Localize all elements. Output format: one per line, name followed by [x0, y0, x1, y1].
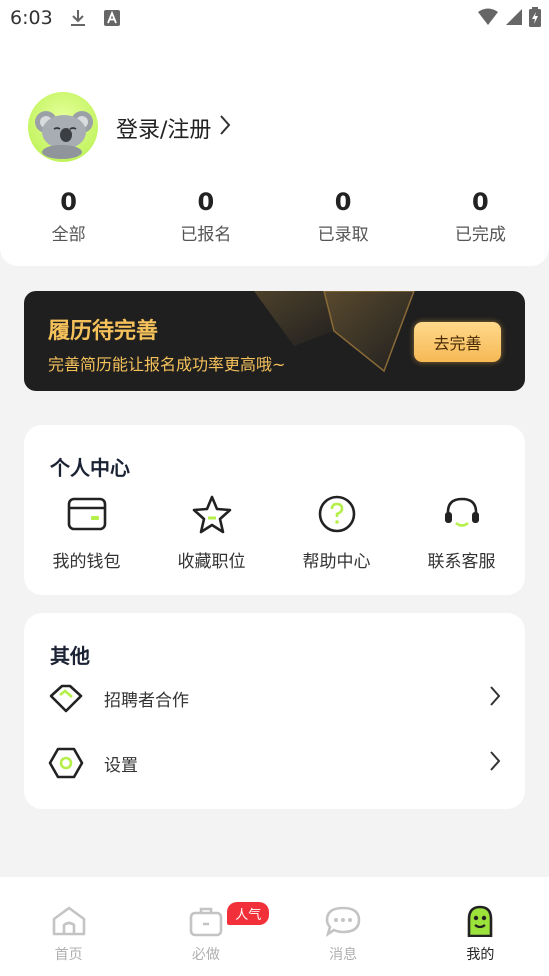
stat-label: 已完成 — [454, 225, 506, 245]
download-icon — [68, 8, 88, 32]
login-register-label: 登录/注册 — [116, 118, 212, 143]
wallet-item[interactable]: 我的钱包 — [24, 493, 149, 572]
application-stats: 0 全部 0 已报名 0 已录取 0 已完成 — [0, 186, 549, 245]
customer-service-label: 联系客服 — [427, 552, 496, 572]
help-center-item[interactable]: 帮助中心 — [274, 493, 399, 572]
tab-label: 必做 — [191, 947, 220, 963]
tab-label: 首页 — [54, 947, 83, 963]
recruiter-cooperation-row[interactable]: 招聘者合作 — [24, 673, 525, 723]
resume-banner[interactable]: 履历待完善 完善简历能让报名成功率更高哦~ 去完善 — [24, 291, 525, 391]
stat-count: 0 — [197, 188, 215, 216]
stat-label: 全部 — [51, 225, 86, 245]
chevron-right-icon — [219, 114, 231, 142]
tab-messages[interactable]: 消息 — [275, 877, 412, 976]
signal-icon — [505, 8, 523, 30]
stat-admitted[interactable]: 0 已录取 — [275, 186, 412, 245]
personal-center-title: 个人中心 — [50, 456, 130, 480]
settings-icon — [48, 745, 84, 781]
complete-resume-button[interactable]: 去完善 — [414, 322, 501, 362]
stat-count: 0 — [334, 188, 352, 216]
profile-header: 6:03 登录/注册 0 全部 0 已报名 0 已录取 0 已完成 — [0, 0, 549, 266]
star-icon — [191, 493, 233, 535]
stat-label: 已录取 — [317, 225, 369, 245]
customer-service-item[interactable]: 联系客服 — [399, 493, 524, 572]
tab-home[interactable]: 首页 — [0, 877, 137, 976]
other-card: 其他 招聘者合作 设置 — [24, 613, 525, 809]
chevron-right-icon — [489, 685, 501, 711]
settings-label: 设置 — [104, 755, 138, 776]
battery-icon — [529, 7, 541, 31]
bottom-tab-bar: 首页 人气 必做 消息 我的 — [0, 877, 549, 976]
stat-completed[interactable]: 0 已完成 — [412, 186, 549, 245]
stat-count: 0 — [472, 188, 489, 216]
avatar[interactable] — [28, 92, 98, 162]
help-center-label: 帮助中心 — [302, 552, 371, 572]
mine-icon — [462, 905, 498, 941]
stat-count: 0 — [60, 188, 77, 216]
status-icons — [477, 7, 541, 31]
login-register-link[interactable]: 登录/注册 — [116, 112, 231, 144]
status-bar: 6:03 — [0, 0, 549, 36]
personal-center-card: 个人中心 我的钱包 收藏职位 帮助中心 联系客服 — [24, 425, 525, 595]
hot-badge: 人气 — [227, 902, 270, 925]
wallet-label: 我的钱包 — [52, 552, 121, 572]
favorite-jobs-item[interactable]: 收藏职位 — [149, 493, 274, 572]
wifi-icon — [477, 8, 499, 30]
wallet-icon — [66, 493, 108, 535]
chevron-right-icon — [489, 750, 501, 776]
headset-icon — [441, 493, 483, 535]
tab-mine[interactable]: 我的 — [412, 877, 549, 976]
banner-subtitle: 完善简历能让报名成功率更高哦~ — [48, 355, 286, 374]
banner-title: 履历待完善 — [48, 319, 159, 344]
app-notification-icon — [103, 9, 121, 31]
stat-label: 已报名 — [180, 225, 232, 245]
stat-all[interactable]: 0 全部 — [0, 186, 137, 245]
other-title: 其他 — [50, 644, 90, 668]
briefcase-icon — [188, 905, 224, 941]
personal-center-grid: 我的钱包 收藏职位 帮助中心 联系客服 — [24, 493, 525, 572]
handshake-icon — [48, 680, 84, 716]
tab-label: 我的 — [466, 947, 495, 963]
tab-label: 消息 — [329, 947, 358, 963]
recruiter-cooperation-label: 招聘者合作 — [104, 690, 189, 711]
help-icon — [316, 493, 358, 535]
home-icon — [51, 905, 87, 941]
tab-must-do[interactable]: 人气 必做 — [137, 877, 274, 976]
message-icon — [325, 905, 361, 941]
favorite-jobs-label: 收藏职位 — [177, 552, 246, 572]
stat-registered[interactable]: 0 已报名 — [137, 186, 274, 245]
settings-row[interactable]: 设置 — [24, 738, 525, 788]
status-time: 6:03 — [10, 7, 53, 29]
